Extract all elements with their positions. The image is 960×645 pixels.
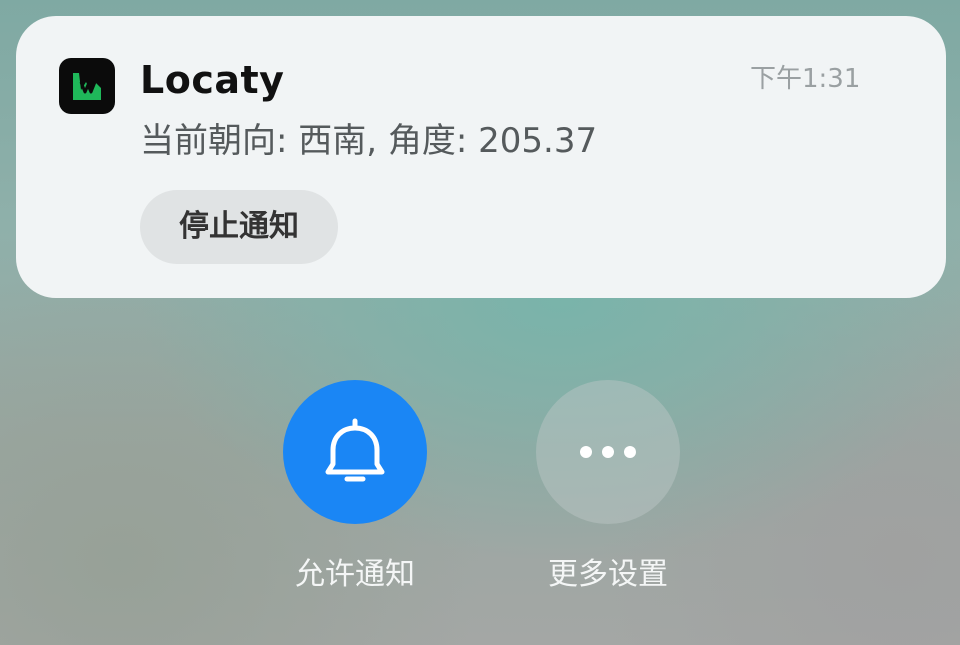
stop-notification-button[interactable]: 停止通知 xyxy=(140,190,338,264)
more-dots-icon xyxy=(580,446,636,458)
app-name: Locaty xyxy=(140,58,285,102)
allow-notification-button[interactable] xyxy=(283,380,427,524)
more-settings-button[interactable] xyxy=(536,380,680,524)
allow-notification-label: 允许通知 xyxy=(295,557,415,592)
bell-icon xyxy=(325,418,385,482)
notification-body: 当前朝向: 西南, 角度: 205.37 xyxy=(140,121,598,161)
notification-card[interactable]: Locaty 下午1:31 当前朝向: 西南, 角度: 205.37 停止通知 xyxy=(16,16,946,298)
more-settings-label: 更多设置 xyxy=(548,557,668,592)
notification-time: 下午1:31 xyxy=(750,64,861,94)
locaty-app-icon xyxy=(59,58,115,114)
